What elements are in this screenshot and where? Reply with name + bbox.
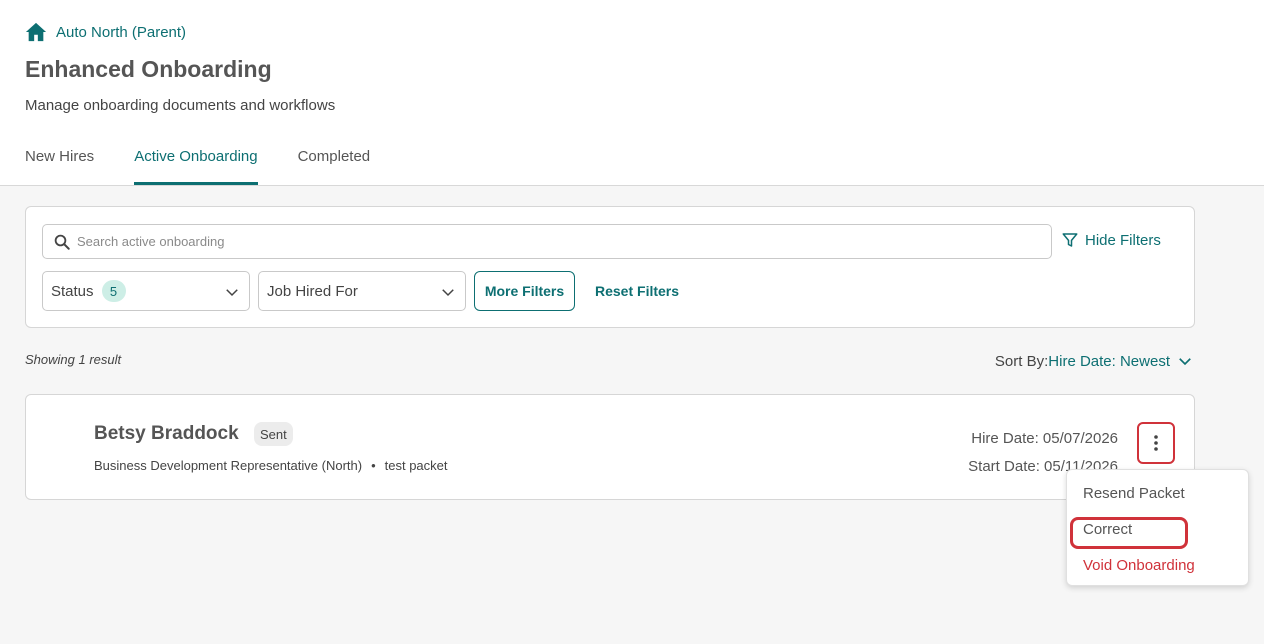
page-title: Enhanced Onboarding bbox=[25, 56, 272, 82]
page-subtitle: Manage onboarding documents and workflow… bbox=[25, 97, 336, 114]
record-meta: Business Development Representative (Nor… bbox=[94, 458, 448, 473]
job-filter-select[interactable]: Job Hired For bbox=[258, 271, 466, 311]
more-actions-button[interactable] bbox=[1137, 422, 1175, 464]
more-filters-button[interactable]: More Filters bbox=[474, 271, 575, 311]
tab-active-onboarding[interactable]: Active Onboarding bbox=[134, 148, 259, 186]
status-filter-select[interactable]: Status 5 bbox=[42, 271, 250, 311]
status-count-badge: 5 bbox=[101, 280, 126, 302]
page-header: Auto North (Parent) Enhanced Onboarding … bbox=[0, 0, 1264, 186]
menu-item-void-onboarding[interactable]: Void Onboarding bbox=[1083, 557, 1195, 574]
status-filter-label: Status bbox=[51, 282, 94, 300]
filter-panel: Hide Filters Status 5 Job Hired For More… bbox=[25, 206, 1195, 328]
reset-filters-button[interactable]: Reset Filters bbox=[595, 283, 679, 299]
search-icon bbox=[54, 234, 70, 250]
search-input[interactable] bbox=[77, 234, 977, 249]
position-text: Business Development Representative (Nor… bbox=[94, 458, 363, 473]
chevron-down-icon[interactable] bbox=[1176, 352, 1194, 370]
sort-label: Sort By: bbox=[994, 352, 1049, 370]
sort-value[interactable]: Hire Date: Newest bbox=[1048, 353, 1170, 370]
sort-control[interactable]: Sort By: Hire Date: Newest bbox=[995, 352, 1194, 370]
hide-filters-button[interactable]: Hide Filters bbox=[1061, 231, 1161, 249]
person-name[interactable]: Betsy Braddock bbox=[94, 423, 239, 445]
hire-date: Hire Date: 05/07/2026 bbox=[971, 430, 1118, 447]
hide-filters-label[interactable]: Hide Filters bbox=[1085, 232, 1161, 249]
tab-bar: New Hires Active Onboarding Completed bbox=[25, 148, 410, 186]
packet-text: test packet bbox=[384, 458, 448, 473]
onboarding-card: Betsy Braddock Sent Business Development… bbox=[25, 394, 1195, 500]
breadcrumb[interactable]: Auto North (Parent) bbox=[25, 21, 186, 43]
meta-separator: • bbox=[371, 458, 376, 473]
chevron-down-icon bbox=[226, 289, 238, 297]
menu-item-resend-packet[interactable]: Resend Packet bbox=[1083, 485, 1185, 502]
tab-new-hires[interactable]: New Hires bbox=[25, 148, 94, 186]
job-filter-label: Job Hired For bbox=[267, 282, 358, 300]
results-count: Showing 1 result bbox=[25, 352, 122, 367]
more-vertical-icon bbox=[1154, 435, 1158, 451]
search-box[interactable] bbox=[42, 224, 1052, 259]
home-icon bbox=[25, 22, 47, 42]
status-badge: Sent bbox=[254, 422, 293, 446]
filter-icon bbox=[1062, 233, 1078, 247]
breadcrumb-label[interactable]: Auto North (Parent) bbox=[56, 24, 186, 41]
tab-completed[interactable]: Completed bbox=[298, 148, 371, 186]
actions-menu: Resend Packet Correct Void Onboarding bbox=[1066, 469, 1249, 586]
menu-item-correct[interactable]: Correct bbox=[1083, 521, 1132, 538]
chevron-down-icon bbox=[442, 289, 454, 297]
